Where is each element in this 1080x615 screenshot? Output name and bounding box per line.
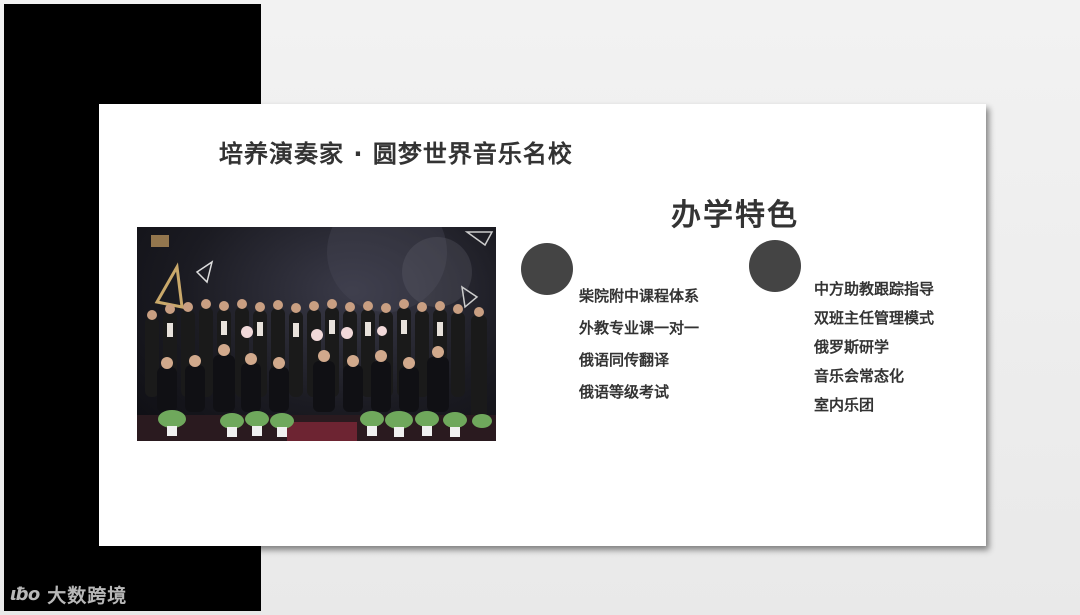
bullet-circle-left [521,243,573,295]
feature-item: 外教专业课一对一 [579,319,700,337]
slide-title: 培养演奏家 · 圆梦世界音乐名校 [219,140,573,168]
group-photo-illustration [137,227,496,441]
feature-item: 俄罗斯研学 [814,338,890,356]
watermark: ιƀo 大数跨境 [10,581,127,608]
feature-item: 双班主任管理模式 [814,309,935,327]
features-list-left: 柴院附中课程体系 外教专业课一对一 俄语同传翻译 俄语等级考试 [579,280,699,408]
watermark-logo-icon: ιƀo [10,584,40,605]
feature-item: 音乐会常态化 [814,367,905,385]
feature-item: 俄语同传翻译 [579,351,670,369]
bullet-circle-right [749,240,801,292]
group-photo [137,227,496,441]
section-title: 办学特色 [671,198,799,233]
feature-item: 室内乐团 [814,396,875,414]
feature-item: 俄语等级考试 [579,383,670,401]
feature-item: 柴院附中课程体系 [579,287,700,305]
slide: 培养演奏家 · 圆梦世界音乐名校 办学特色 柴院附中课程体系 外教专业课一对一 … [99,104,986,546]
features-list-right: 中方助教跟踪指导 双班主任管理模式 俄罗斯研学 音乐会常态化 室内乐团 [814,275,934,420]
watermark-text: 大数跨境 [47,585,128,607]
feature-item: 中方助教跟踪指导 [814,280,935,298]
